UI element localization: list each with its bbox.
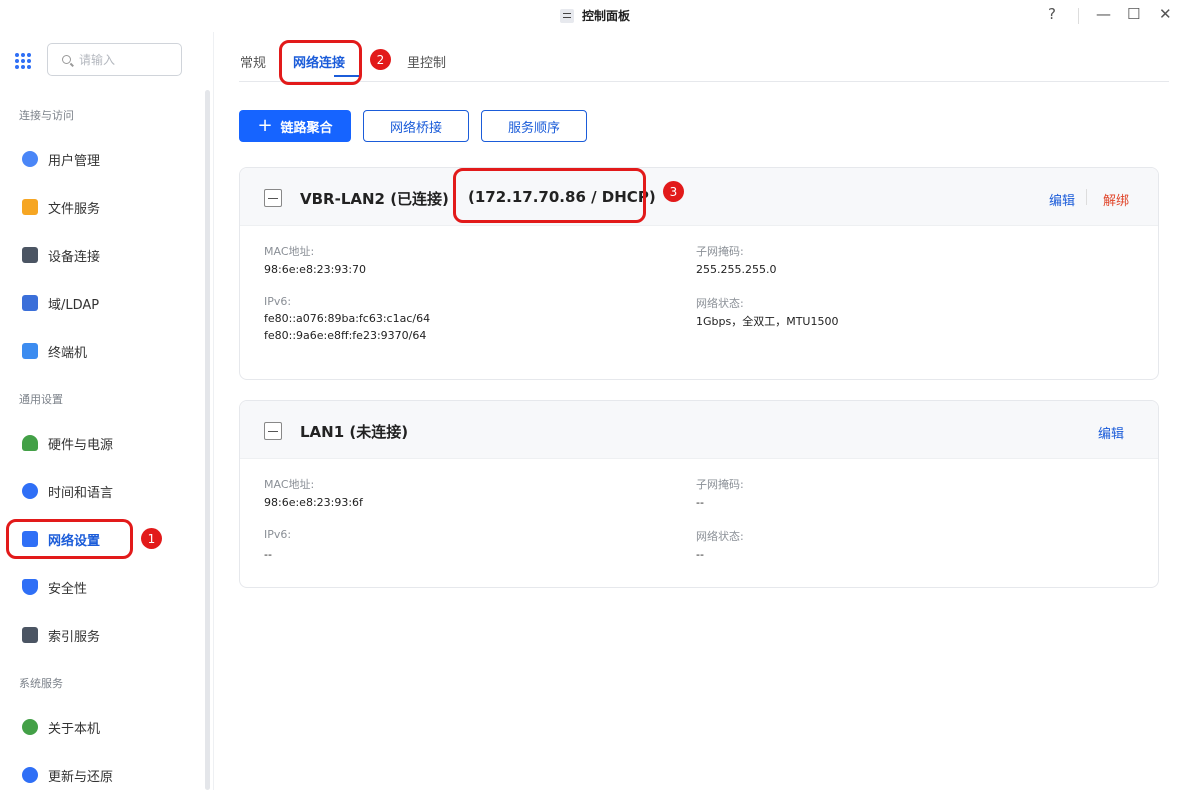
- index-icon: [22, 627, 38, 643]
- help-icon[interactable]: ?: [1048, 5, 1056, 23]
- service-order-button[interactable]: 服务顺序: [481, 110, 587, 142]
- info-icon: [22, 719, 38, 735]
- ipv6-value: fe80::9a6e:e8ff:fe23:9370/64: [264, 329, 427, 342]
- sidebar-item-label: 关于本机: [48, 721, 101, 737]
- divider: [1086, 189, 1087, 205]
- battery-icon: [22, 435, 38, 451]
- divider: [1078, 8, 1079, 24]
- ipv6-label: IPv6:: [264, 295, 292, 308]
- shield-icon: [22, 579, 38, 595]
- sidebar-item-file-service[interactable]: 文件服务: [10, 189, 200, 225]
- mac-label: MAC地址:: [264, 478, 315, 491]
- search-placeholder: 请输入: [79, 53, 116, 67]
- sidebar-item-label: 终端机: [48, 345, 88, 361]
- link-aggregation-label: 链路聚合: [280, 120, 333, 136]
- annotation-badge-1: 1: [141, 528, 162, 549]
- sidebar-item-label: 用户管理: [48, 153, 101, 169]
- mac-value: 98:6e:e8:23:93:6f: [264, 496, 363, 509]
- sidebar: 请输入 连接与访问 用户管理 文件服务 设备连接 域/LDAP 终端机 通用设置…: [0, 32, 214, 790]
- sidebar-item-label: 域/LDAP: [48, 297, 100, 313]
- card-header: VBR-LAN2 (已连接) (172.17.70.86 / DHCP) 编辑 …: [240, 168, 1158, 226]
- annotation-badge-2: 2: [370, 49, 391, 70]
- section-label-access: 连接与访问: [19, 109, 74, 122]
- highlight-network-tab: [279, 40, 362, 85]
- device-icon: [22, 247, 38, 263]
- sidebar-item-users[interactable]: 用户管理: [10, 141, 200, 177]
- network-card-vbr-lan2: VBR-LAN2 (已连接) (172.17.70.86 / DHCP) 编辑 …: [239, 167, 1159, 380]
- sidebar-item-security[interactable]: 安全性: [10, 569, 200, 605]
- mac-value: 98:6e:e8:23:93:70: [264, 263, 367, 276]
- sidebar-item-about[interactable]: 关于本机: [10, 709, 200, 745]
- edit-link[interactable]: 编辑: [1049, 190, 1075, 209]
- plus-icon: +: [257, 115, 273, 136]
- terminal-icon: [22, 343, 38, 359]
- sidebar-item-label: 索引服务: [48, 629, 101, 645]
- ipv6-label: IPv6:: [264, 528, 292, 541]
- main-content: 常规 网络连接 里控制 + 链路聚合 网络桥接 服务顺序 VBR-LAN2 (已…: [215, 32, 1191, 790]
- sidebar-item-label: 安全性: [48, 581, 88, 597]
- ipv6-value: --: [264, 548, 272, 561]
- subnet-mask-label: 子网掩码:: [696, 245, 744, 258]
- network-status-value: 1Gbps，全双工，MTU1500: [696, 315, 839, 328]
- sidebar-item-terminal[interactable]: 终端机: [10, 333, 200, 369]
- control-panel-icon: [560, 8, 574, 23]
- close-icon[interactable]: ✕: [1159, 5, 1172, 23]
- network-status-label: 网络状态:: [696, 530, 744, 543]
- link-aggregation-button[interactable]: + 链路聚合: [239, 110, 351, 142]
- domain-icon: [22, 295, 38, 311]
- folder-icon: [22, 199, 38, 215]
- sidebar-item-ldap[interactable]: 域/LDAP: [10, 285, 200, 321]
- sidebar-item-update[interactable]: 更新与还原: [10, 757, 200, 793]
- subnet-mask-label: 子网掩码:: [696, 478, 744, 491]
- sidebar-item-index[interactable]: 索引服务: [10, 617, 200, 653]
- sidebar-scrollbar[interactable]: [205, 90, 210, 790]
- subnet-mask-value: 255.255.255.0: [696, 263, 777, 276]
- search-input[interactable]: 请输入: [47, 43, 182, 76]
- search-icon: [62, 55, 71, 64]
- annotation-badge-3: 3: [663, 181, 684, 202]
- highlight-network-settings: [6, 519, 133, 559]
- sidebar-item-label: 时间和语言: [48, 485, 114, 501]
- mac-label: MAC地址:: [264, 245, 315, 258]
- window-title-group: 控制面板: [560, 7, 630, 24]
- sidebar-item-hardware[interactable]: 硬件与电源: [10, 425, 200, 461]
- card-title: VBR-LAN2 (已连接): [300, 190, 449, 208]
- sidebar-item-label: 设备连接: [48, 249, 101, 265]
- refresh-icon: [22, 767, 38, 783]
- network-status-value: --: [696, 548, 704, 561]
- globe-icon: [22, 483, 38, 499]
- highlight-ip-address: [453, 168, 646, 223]
- edit-link[interactable]: 编辑: [1098, 423, 1124, 442]
- user-icon: [22, 151, 38, 167]
- ipv6-value: fe80::a076:89ba:fc63:c1ac/64: [264, 312, 431, 325]
- sidebar-item-label: 硬件与电源: [48, 437, 114, 453]
- subnet-mask-value: --: [696, 496, 704, 509]
- unbind-link[interactable]: 解绑: [1103, 190, 1129, 209]
- network-card-lan1: LAN1 (未连接) 编辑 MAC地址: 98:6e:e8:23:93:6f 子…: [239, 400, 1159, 588]
- apps-grid-icon[interactable]: [15, 53, 31, 69]
- tab-general[interactable]: 常规: [240, 52, 266, 71]
- minimize-icon[interactable]: —: [1096, 5, 1111, 23]
- section-label-system: 系统服务: [19, 677, 63, 690]
- sidebar-item-label: 更新与还原: [48, 769, 114, 785]
- tab-traffic-control[interactable]: 里控制: [407, 52, 446, 71]
- card-title: LAN1 (未连接): [300, 423, 409, 441]
- network-status-label: 网络状态:: [696, 297, 744, 310]
- section-label-general: 通用设置: [19, 393, 63, 406]
- window-title: 控制面板: [582, 9, 631, 23]
- maximize-icon[interactable]: ☐: [1127, 5, 1140, 23]
- sidebar-item-time-language[interactable]: 时间和语言: [10, 473, 200, 509]
- title-bar: 控制面板 ? — ☐ ✕: [0, 0, 1191, 32]
- collapse-icon[interactable]: [264, 189, 282, 207]
- network-bridge-button[interactable]: 网络桥接: [363, 110, 469, 142]
- collapse-icon[interactable]: [264, 422, 282, 440]
- sidebar-item-label: 文件服务: [48, 201, 101, 217]
- sidebar-item-device[interactable]: 设备连接: [10, 237, 200, 273]
- card-header: LAN1 (未连接) 编辑: [240, 401, 1158, 459]
